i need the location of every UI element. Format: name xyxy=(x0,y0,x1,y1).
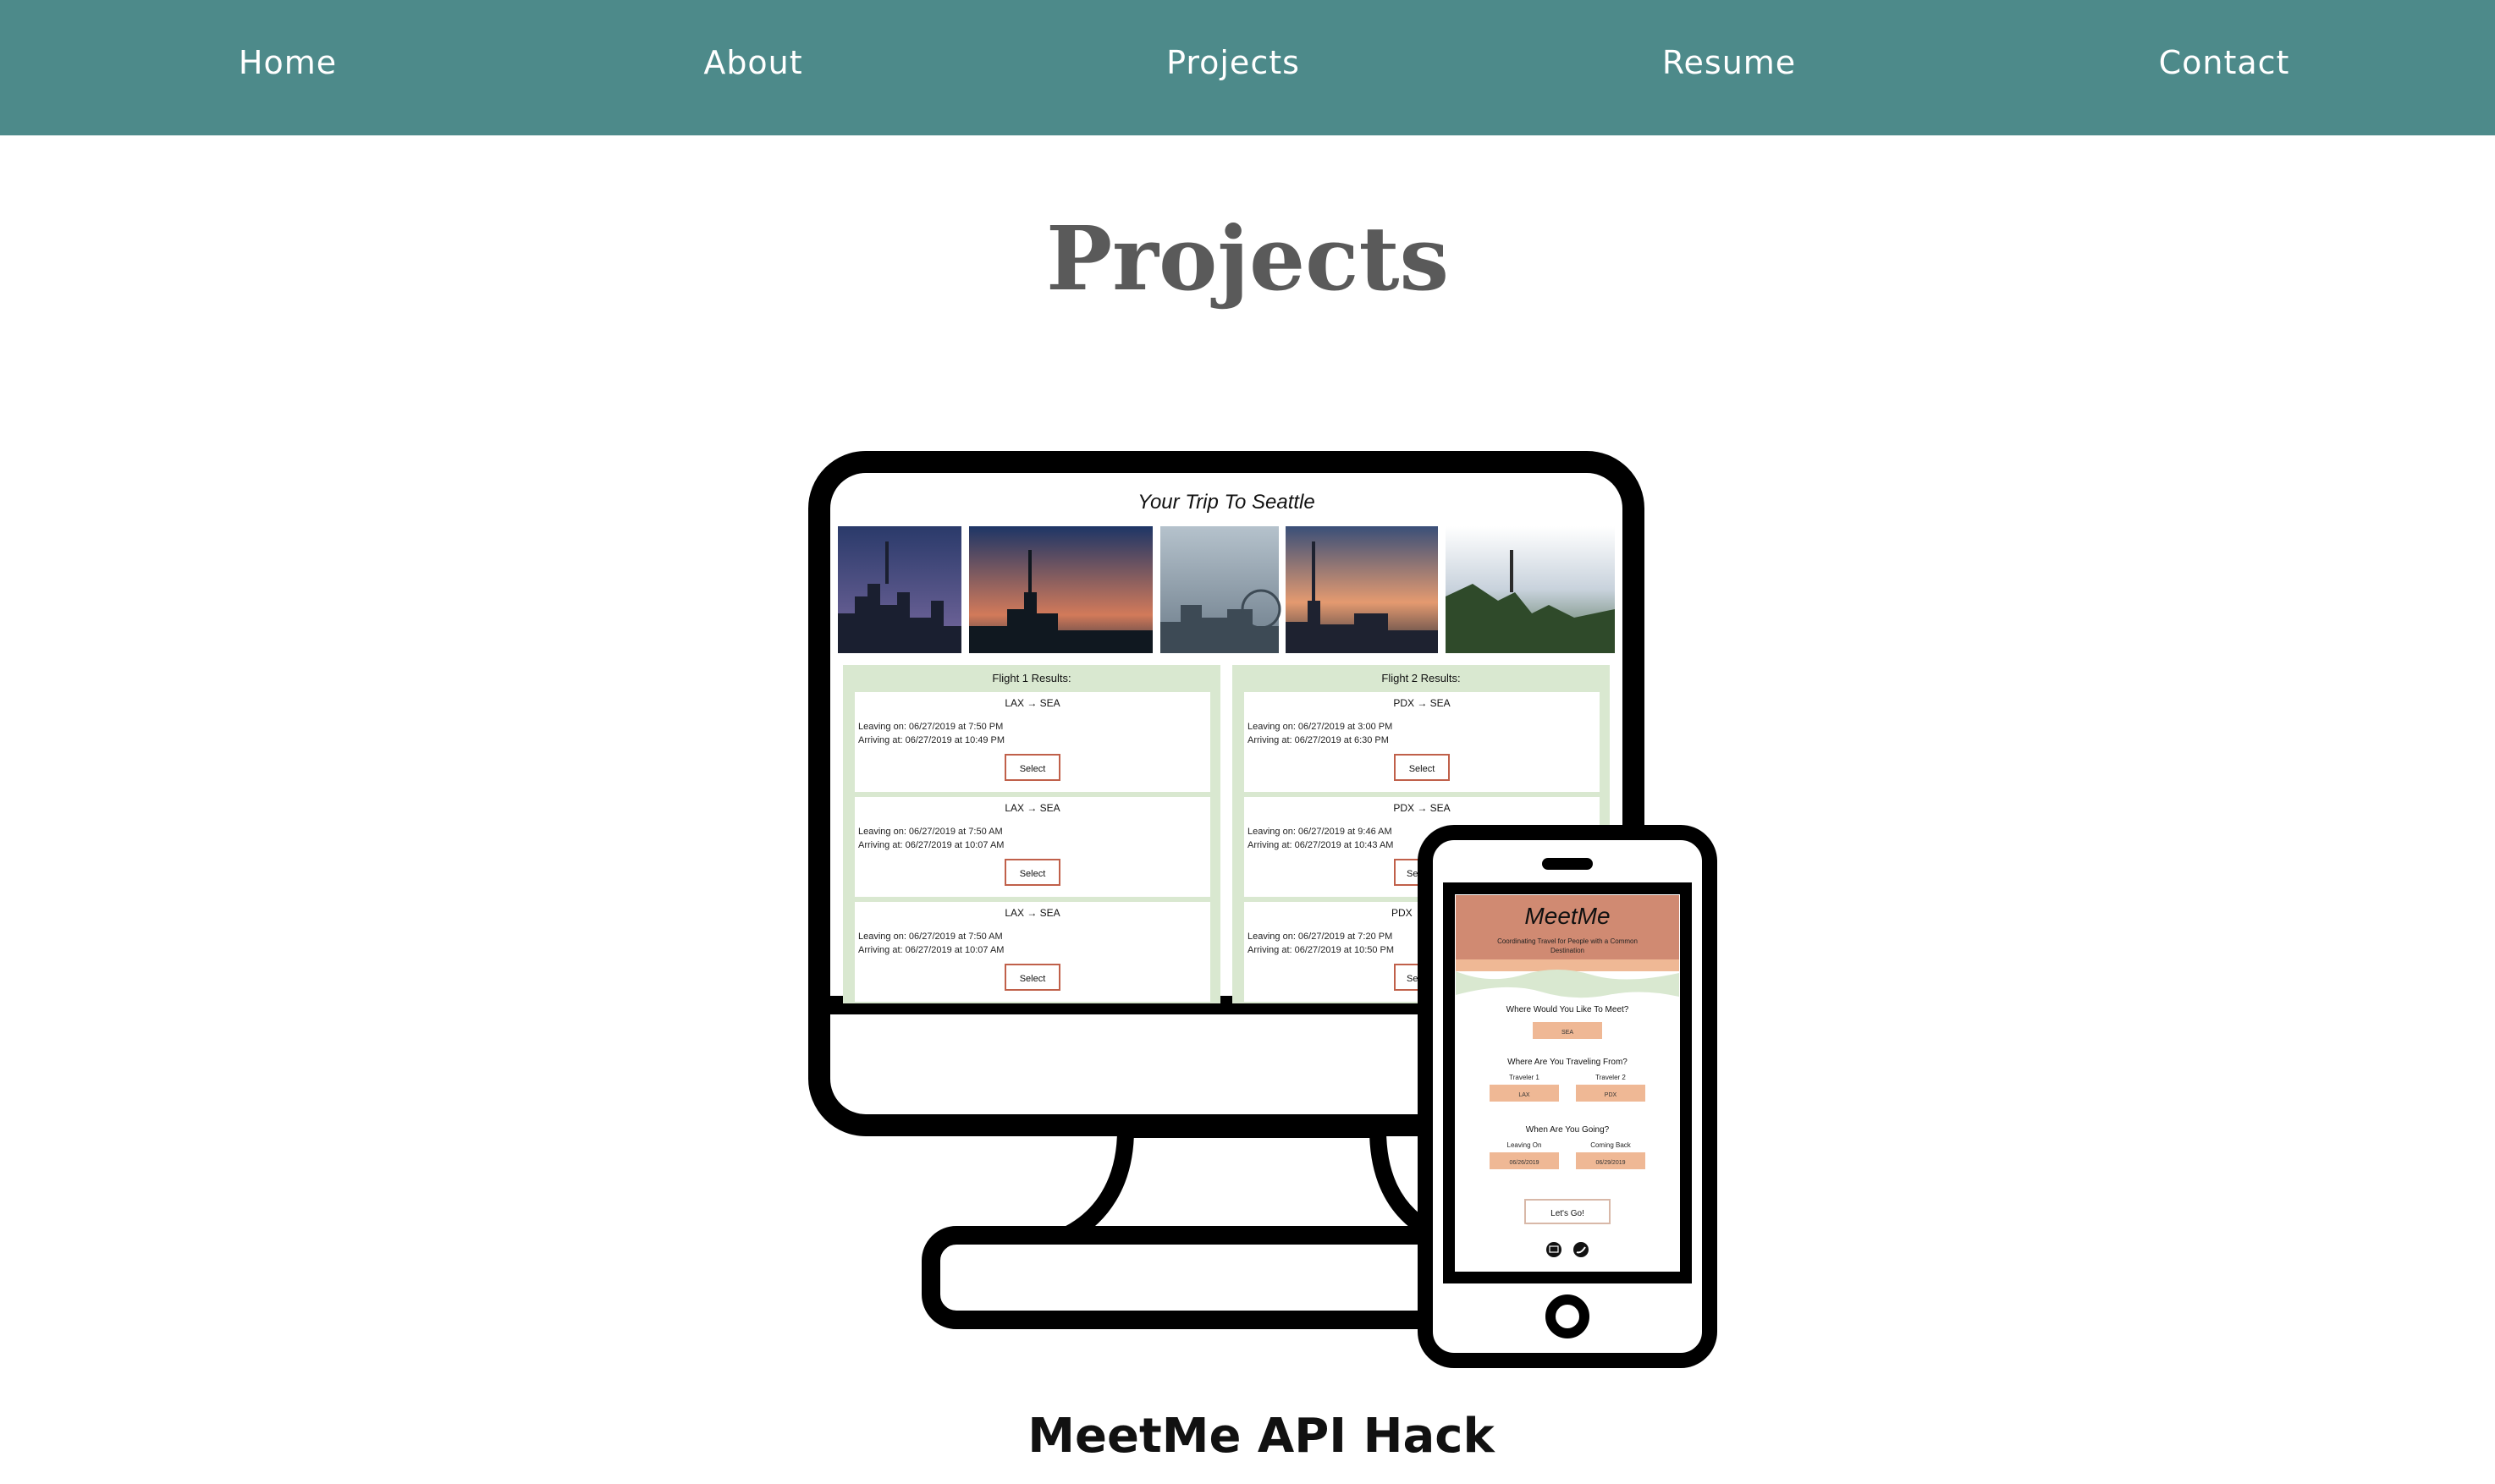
svg-text:Leaving on: 06/27/2019 at 7:50: Leaving on: 06/27/2019 at 7:50 PM xyxy=(858,722,1003,732)
svg-text:Arriving at: 06/27/2019 at 10:: Arriving at: 06/27/2019 at 10:07 AM xyxy=(858,945,1004,955)
svg-text:Arriving at: 06/27/2019 at 10:: Arriving at: 06/27/2019 at 10:50 PM xyxy=(1248,945,1394,955)
flight1-card-2: LAX → SEA Leaving on: 06/27/2019 at 7:50… xyxy=(855,797,1210,897)
svg-text:Coming Back: Coming Back xyxy=(1590,1141,1632,1149)
svg-text:06/26/2019: 06/26/2019 xyxy=(1509,1160,1539,1166)
project-mockup-image[interactable]: Your Trip To Seattle Flight 1 Results: F… xyxy=(0,0,2495,1484)
svg-text:LAX → SEA: LAX → SEA xyxy=(1005,907,1060,919)
svg-text:LAX: LAX xyxy=(1518,1092,1530,1098)
svg-text:Select: Select xyxy=(1020,974,1046,984)
svg-text:SEA: SEA xyxy=(1561,1030,1573,1036)
svg-text:LAX → SEA: LAX → SEA xyxy=(1005,697,1060,709)
flight1-card-1: LAX → SEA Leaving on: 06/27/2019 at 7:50… xyxy=(855,692,1210,792)
svg-text:Arriving at: 06/27/2019 at 6:3: Arriving at: 06/27/2019 at 6:30 PM xyxy=(1248,735,1389,745)
svg-text:06/29/2019: 06/29/2019 xyxy=(1595,1160,1625,1166)
svg-text:Select: Select xyxy=(1409,764,1435,774)
svg-text:Se: Se xyxy=(1407,869,1418,879)
svg-text:Traveler 2: Traveler 2 xyxy=(1595,1074,1626,1081)
flight2-card-1: PDX → SEA Leaving on: 06/27/2019 at 3:00… xyxy=(1244,692,1600,792)
desktop-heading: Your Trip To Seattle xyxy=(1137,491,1314,514)
flight1-header: Flight 1 Results: xyxy=(992,672,1071,684)
svg-text:When Are You Going?: When Are You Going? xyxy=(1526,1125,1610,1135)
project-title[interactable]: MeetMe API Hack xyxy=(0,1408,2495,1465)
svg-text:Leaving on: 06/27/2019 at 7:50: Leaving on: 06/27/2019 at 7:50 AM xyxy=(858,827,1003,837)
svg-text:Arriving at: 06/27/2019 at 10:: Arriving at: 06/27/2019 at 10:49 PM xyxy=(858,735,1005,745)
email-icon xyxy=(1546,1242,1561,1257)
svg-text:Leaving on: 06/27/2019 at 7:20: Leaving on: 06/27/2019 at 7:20 PM xyxy=(1248,932,1392,942)
svg-text:Coordinating Travel for People: Coordinating Travel for People with a Co… xyxy=(1497,937,1638,945)
svg-text:Let's Go!: Let's Go! xyxy=(1550,1209,1584,1218)
svg-text:Where Are You Traveling From?: Where Are You Traveling From? xyxy=(1507,1058,1628,1067)
svg-text:PDX: PDX xyxy=(1391,907,1413,919)
twitter-icon xyxy=(1573,1242,1589,1257)
svg-text:PDX → SEA: PDX → SEA xyxy=(1393,802,1450,814)
mobile-logo: MeetMe xyxy=(1524,903,1610,929)
svg-text:Where Would You Like To Meet?: Where Would You Like To Meet? xyxy=(1506,1005,1629,1014)
svg-text:Traveler 1: Traveler 1 xyxy=(1509,1074,1539,1081)
flight2-header: Flight 2 Results: xyxy=(1381,672,1460,684)
svg-text:Arriving at: 06/27/2019 at 10:: Arriving at: 06/27/2019 at 10:43 AM xyxy=(1248,840,1393,850)
svg-text:Destination: Destination xyxy=(1550,947,1584,954)
svg-text:Leaving On: Leaving On xyxy=(1507,1141,1542,1149)
svg-text:Leaving on: 06/27/2019 at 9:46: Leaving on: 06/27/2019 at 9:46 AM xyxy=(1248,827,1392,837)
svg-text:PDX → SEA: PDX → SEA xyxy=(1393,697,1450,709)
svg-text:Se: Se xyxy=(1407,974,1418,984)
svg-text:Leaving on: 06/27/2019 at 3:00: Leaving on: 06/27/2019 at 3:00 PM xyxy=(1248,722,1392,732)
svg-text:LAX → SEA: LAX → SEA xyxy=(1005,802,1060,814)
svg-text:Arriving at: 06/27/2019 at 10:: Arriving at: 06/27/2019 at 10:07 AM xyxy=(858,840,1004,850)
svg-text:PDX: PDX xyxy=(1605,1092,1617,1098)
svg-text:Select: Select xyxy=(1020,764,1046,774)
flight1-card-3: LAX → SEA Leaving on: 06/27/2019 at 7:50… xyxy=(855,902,1210,1002)
svg-text:Select: Select xyxy=(1020,869,1046,879)
svg-text:Leaving on: 06/27/2019 at 7:50: Leaving on: 06/27/2019 at 7:50 AM xyxy=(858,932,1003,942)
